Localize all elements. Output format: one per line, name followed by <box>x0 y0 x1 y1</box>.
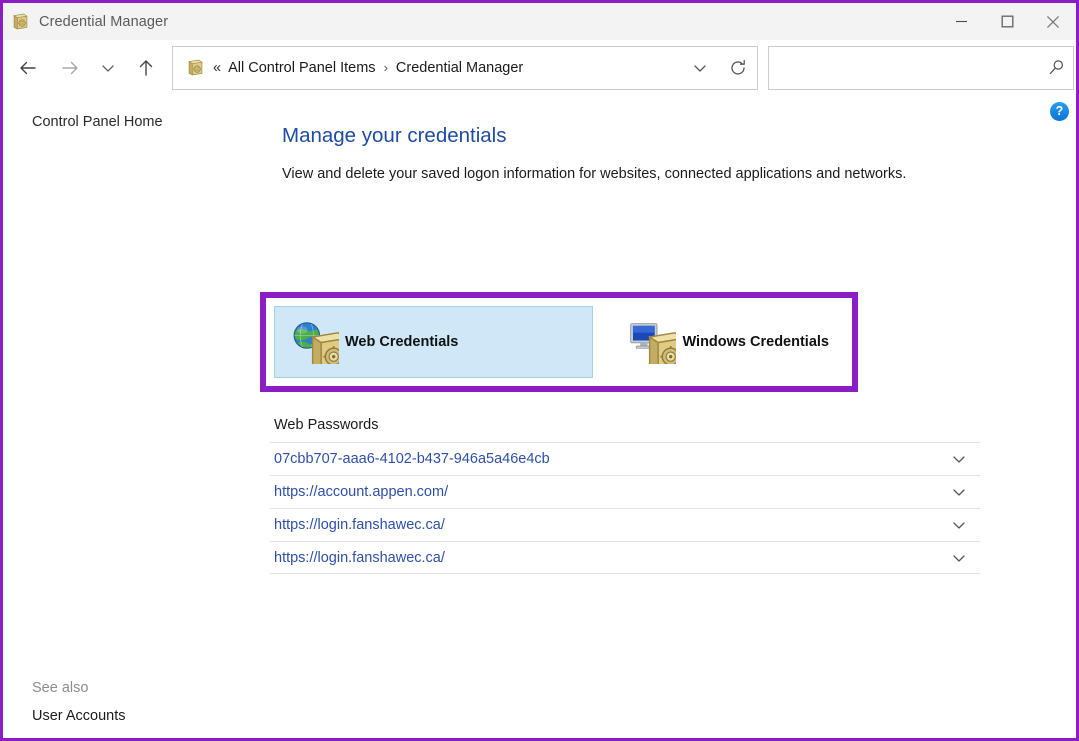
expand-credential-button[interactable] <box>946 550 972 566</box>
expand-credential-button[interactable] <box>946 451 972 467</box>
close-icon <box>1046 15 1060 29</box>
chevron-down-icon <box>951 451 967 467</box>
vault-icon <box>12 13 29 30</box>
address-bar[interactable]: « All Control Panel Items › Credential M… <box>172 46 758 90</box>
up-arrow-icon <box>135 57 157 79</box>
navigation-toolbar: « All Control Panel Items › Credential M… <box>3 40 1076 95</box>
see-also-section: See also User Accounts <box>3 674 270 730</box>
table-row[interactable]: https://login.fanshawec.ca/ <box>270 541 980 574</box>
window-body: Control Panel Home See also User Account… <box>3 95 1076 738</box>
page-title: Manage your credentials <box>280 124 1076 148</box>
credential-name[interactable]: https://login.fanshawec.ca/ <box>274 517 946 533</box>
credential-name[interactable]: 07cbb707-aaa6-4102-b437-946a5a46e4cb <box>274 451 946 467</box>
see-also-heading: See also <box>3 674 270 702</box>
breadcrumb-item-all-control-panel-items[interactable]: All Control Panel Items <box>228 60 375 76</box>
monitor-vault-icon <box>628 320 676 364</box>
close-button[interactable] <box>1030 3 1076 40</box>
table-row[interactable]: https://account.appen.com/ <box>270 475 980 508</box>
search-button[interactable] <box>1039 59 1073 76</box>
sidebar-item-control-panel-home[interactable]: Control Panel Home <box>3 111 270 133</box>
expand-credential-button[interactable] <box>946 484 972 500</box>
table-row[interactable]: 07cbb707-aaa6-4102-b437-946a5a46e4cb <box>270 442 980 475</box>
credential-tabs: Web Credentials Windows Credentials <box>274 306 844 378</box>
refresh-icon <box>729 59 747 77</box>
maximize-button[interactable] <box>984 3 1030 40</box>
search-icon <box>1048 59 1065 76</box>
back-arrow-icon <box>17 57 39 79</box>
chevron-down-icon <box>100 60 116 76</box>
tab-web-credentials-label: Web Credentials <box>345 334 458 350</box>
chevron-down-icon <box>692 60 708 76</box>
search-input[interactable] <box>769 47 1039 89</box>
chevron-down-icon <box>951 484 967 500</box>
vault-icon <box>187 59 204 76</box>
search-box[interactable] <box>768 46 1074 90</box>
sidebar: Control Panel Home See also User Account… <box>3 95 270 738</box>
page-description: View and delete your saved logon informa… <box>280 166 1076 182</box>
table-row[interactable]: https://login.fanshawec.ca/ <box>270 508 980 541</box>
minimize-button[interactable] <box>938 3 984 40</box>
chevron-down-icon <box>951 550 967 566</box>
main-content: ? Manage your credentials View and delet… <box>270 95 1076 738</box>
help-button[interactable]: ? <box>1050 102 1069 121</box>
credential-list-section: Web Passwords 07cbb707-aaa6-4102-b437-94… <box>270 417 980 574</box>
chevron-down-icon <box>951 517 967 533</box>
window-title: Credential Manager <box>39 14 168 30</box>
credential-name[interactable]: https://account.appen.com/ <box>274 484 946 500</box>
credential-name[interactable]: https://login.fanshawec.ca/ <box>274 550 946 566</box>
maximize-icon <box>1001 15 1014 28</box>
breadcrumb-overflow[interactable]: « <box>213 60 221 76</box>
tab-windows-credentials[interactable]: Windows Credentials <box>611 306 844 378</box>
credential-list-heading: Web Passwords <box>270 417 980 442</box>
recent-locations-button[interactable] <box>91 48 125 88</box>
tab-windows-credentials-label: Windows Credentials <box>682 334 829 350</box>
breadcrumb-separator: › <box>384 60 388 75</box>
expand-credential-button[interactable] <box>946 517 972 533</box>
see-also-item-user-accounts[interactable]: User Accounts <box>3 702 270 730</box>
refresh-button[interactable] <box>719 47 757 89</box>
globe-vault-icon <box>291 320 339 364</box>
forward-arrow-icon <box>59 57 81 79</box>
back-button[interactable] <box>7 48 49 88</box>
address-dropdown-button[interactable] <box>681 47 719 89</box>
title-bar: Credential Manager <box>3 3 1076 40</box>
minimize-icon <box>955 15 968 28</box>
credential-tabs-highlight: Web Credentials Windows Credentials <box>260 292 858 392</box>
credential-manager-window: Credential Manager <box>0 0 1079 741</box>
up-button[interactable] <box>125 48 167 88</box>
tab-web-credentials[interactable]: Web Credentials <box>274 306 593 378</box>
window-controls <box>938 3 1076 40</box>
breadcrumb-item-credential-manager[interactable]: Credential Manager <box>396 60 523 76</box>
forward-button[interactable] <box>49 48 91 88</box>
